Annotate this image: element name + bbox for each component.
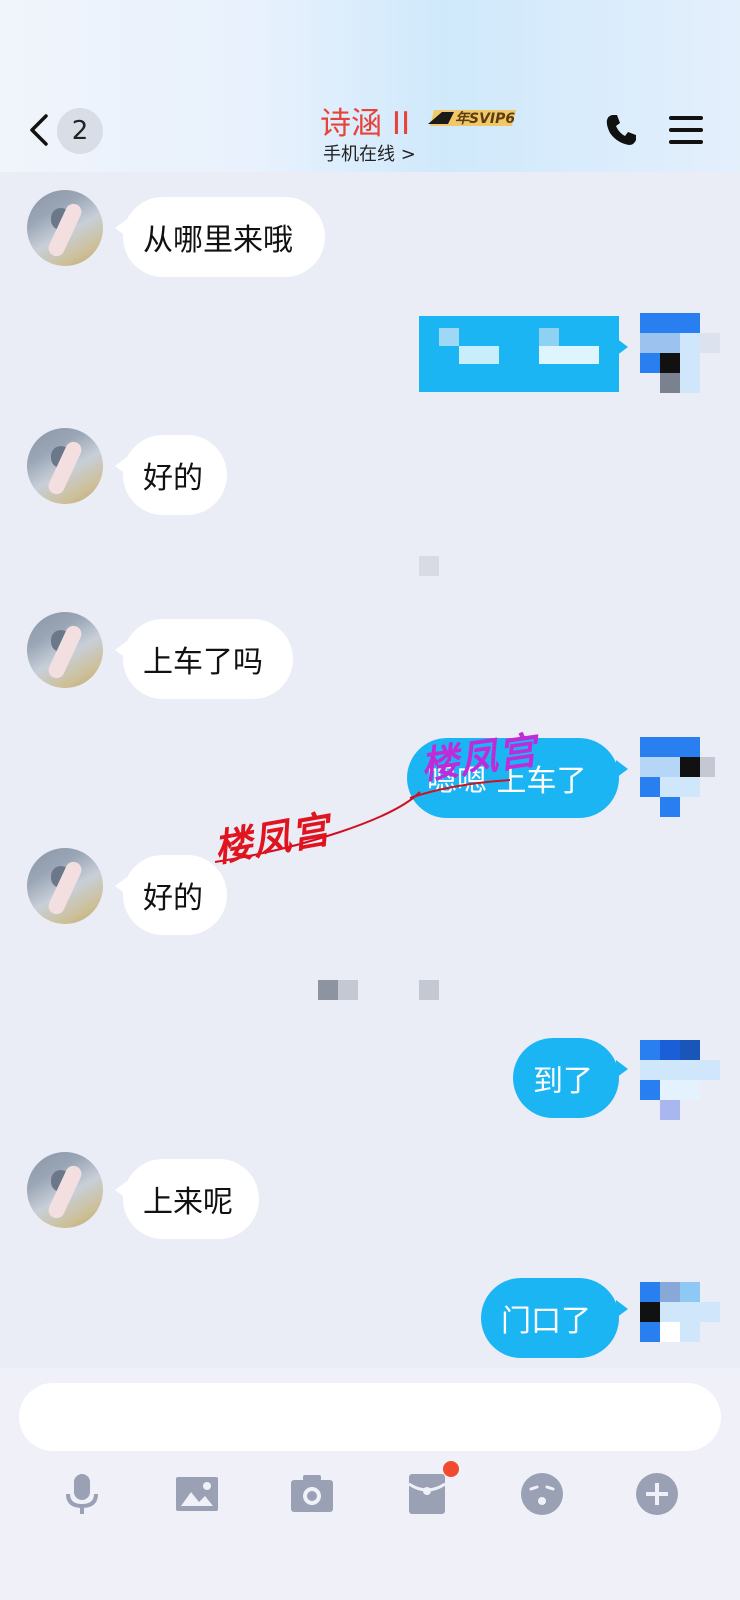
svip-label: 年SVIP6: [455, 111, 516, 127]
redacted-timestamp: [318, 980, 358, 1000]
message-bubble-outgoing[interactable]: 到了: [513, 1038, 628, 1118]
message-bubble-incoming[interactable]: 上车了吗: [115, 619, 293, 699]
message-input[interactable]: [19, 1383, 721, 1451]
microphone-icon[interactable]: [58, 1470, 106, 1518]
self-avatar-pixelated[interactable]: [640, 313, 720, 393]
camera-icon[interactable]: [288, 1470, 336, 1518]
red-packet-icon[interactable]: [403, 1470, 451, 1518]
back-arrow-icon[interactable]: [28, 113, 50, 147]
contact-avatar[interactable]: [27, 428, 103, 504]
unread-count-badge[interactable]: 2: [57, 108, 103, 154]
contact-name[interactable]: 诗涵 II: [320, 98, 410, 143]
redacted-timestamp: [419, 556, 439, 576]
svip-badge[interactable]: 年SVIP6: [428, 106, 522, 130]
contact-avatar[interactable]: [27, 190, 103, 266]
contact-avatar[interactable]: [27, 848, 103, 924]
self-avatar-pixelated[interactable]: [640, 1282, 720, 1342]
message-bubble-incoming[interactable]: 上来呢: [115, 1159, 259, 1239]
message-bubble-incoming[interactable]: 好的: [115, 855, 227, 935]
plus-icon[interactable]: [633, 1470, 681, 1518]
self-avatar-pixelated[interactable]: [640, 737, 720, 817]
redacted-timestamp: [419, 980, 439, 1000]
emoji-icon[interactable]: [518, 1470, 566, 1518]
self-avatar-pixelated[interactable]: [640, 1040, 720, 1120]
image-icon[interactable]: [173, 1470, 221, 1518]
message-bubble-incoming[interactable]: 好的: [115, 435, 227, 515]
notification-dot: [443, 1461, 459, 1477]
message-bubble-incoming[interactable]: 从哪里来哦: [115, 197, 325, 277]
chat-header: 2 诗涵 II 年SVIP6 手机在线 >: [0, 0, 740, 172]
contact-avatar[interactable]: [27, 612, 103, 688]
message-bubble-outgoing-redacted[interactable]: [419, 316, 628, 392]
message-bubble-outgoing[interactable]: 门口了: [481, 1278, 628, 1358]
phone-icon[interactable]: [603, 112, 639, 148]
online-status[interactable]: 手机在线 >: [323, 140, 416, 166]
menu-icon[interactable]: [669, 116, 703, 144]
contact-avatar[interactable]: [27, 1152, 103, 1228]
